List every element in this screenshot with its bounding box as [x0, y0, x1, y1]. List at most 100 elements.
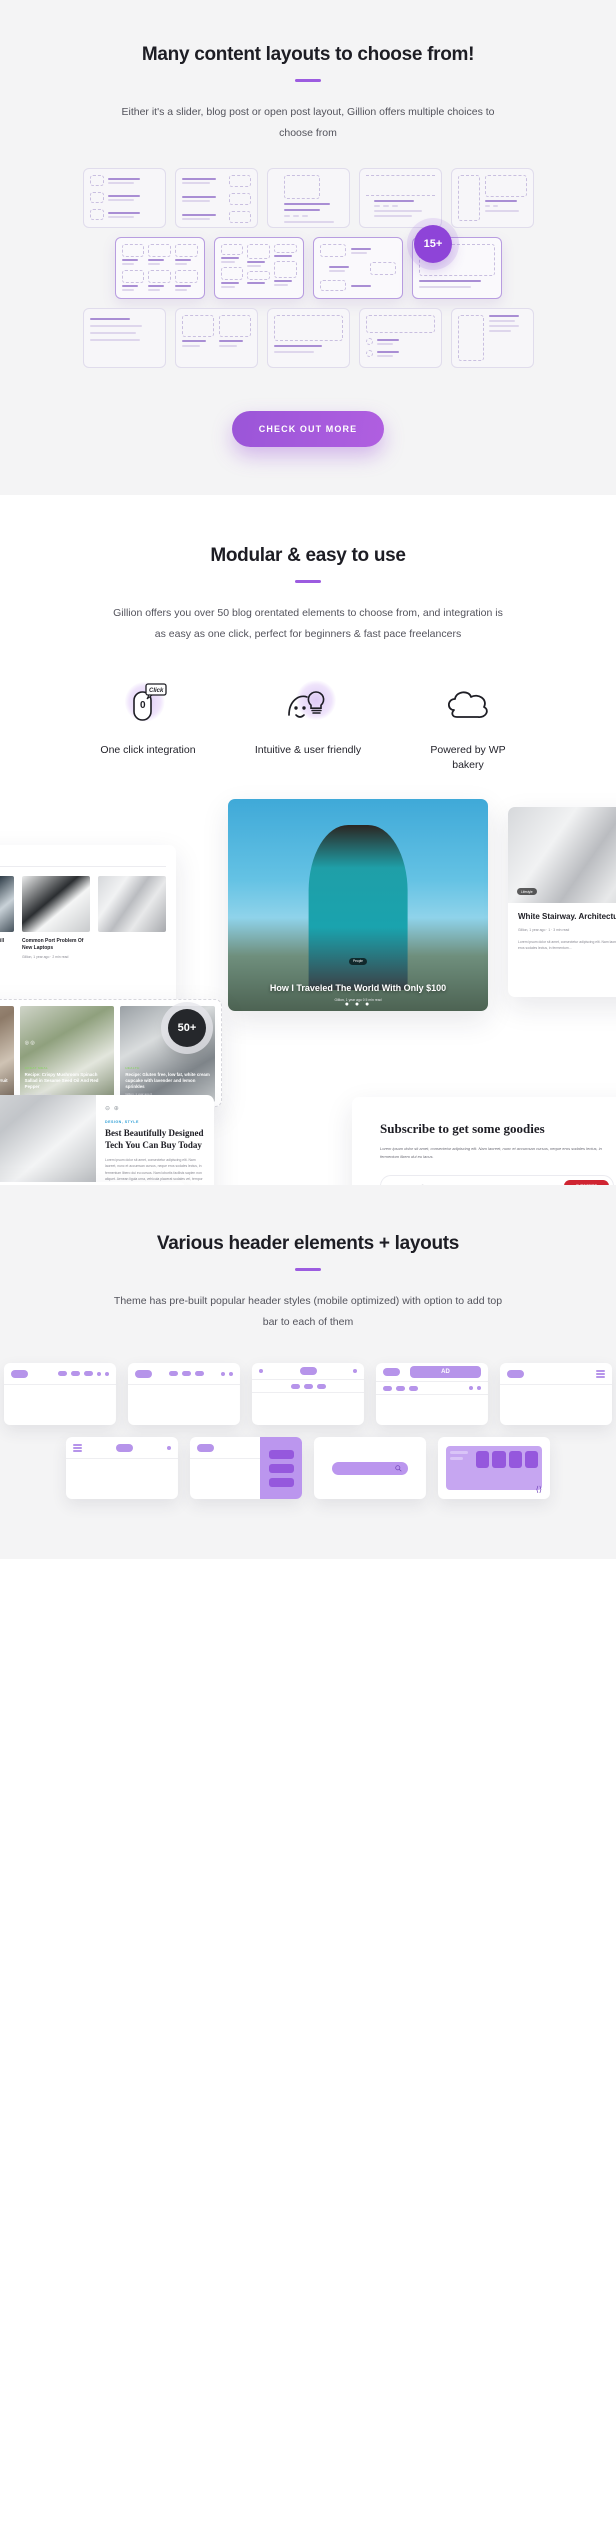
icon-dot[interactable]: [229, 1371, 233, 1376]
icon-dot[interactable]: [353, 1369, 357, 1374]
nav-item[interactable]: [71, 1371, 80, 1377]
post-title[interactable]: Best Beautifully Designed Tech You Can B…: [105, 1128, 205, 1151]
icon-dot[interactable]: [477, 1386, 481, 1391]
check-out-more-button[interactable]: CHECK OUT MORE: [231, 411, 385, 447]
nav-item[interactable]: [169, 1371, 178, 1377]
mega-menu-column[interactable]: [508, 1451, 522, 1469]
recipe-category[interactable]: HEALTH: [125, 1066, 210, 1070]
post-image[interactable]: [0, 1095, 96, 1186]
header-style-grid: AD ⟨⟩: [0, 1333, 616, 1559]
post-image[interactable]: Lifestyle: [508, 807, 616, 904]
nav-item[interactable]: [396, 1385, 405, 1391]
mega-menu-column[interactable]: [476, 1451, 490, 1469]
logo-placeholder: [383, 1368, 400, 1377]
feature-intuitive-user-friendly: Intuitive & user friendly: [254, 679, 362, 773]
header-style-centered-nav[interactable]: [128, 1363, 240, 1426]
post-title[interactable]: White Stairway. Architectural marvel!: [518, 912, 616, 923]
nav-item[interactable]: [195, 1371, 204, 1377]
category-pill[interactable]: People: [349, 957, 367, 965]
header-style-side-panel[interactable]: [190, 1437, 302, 1500]
title-underline: [295, 79, 321, 82]
side-navigation-panel[interactable]: [260, 1437, 302, 1500]
post-category[interactable]: DESIGN, STYLE: [105, 1120, 205, 1124]
ad-banner[interactable]: AD: [410, 1366, 481, 1379]
header-style-burger-left[interactable]: [66, 1437, 178, 1500]
feature-one-click-integration: 0 Click One click integration: [94, 679, 202, 773]
side-nav-item[interactable]: [268, 1449, 294, 1459]
header-style-classic[interactable]: [4, 1363, 116, 1426]
nav-item[interactable]: [303, 1383, 313, 1389]
icon-dot[interactable]: [105, 1371, 109, 1376]
icon-dot[interactable]: [469, 1386, 473, 1391]
post-title[interactable]: Smart Watches That Will Want You Spend S…: [0, 938, 14, 958]
modular-title: Modular & easy to use: [210, 545, 406, 566]
mockup-open-post[interactable]: ⊖ ⊕ DESIGN, STYLE Best Beautifully Desig…: [0, 1095, 214, 1186]
nav-item[interactable]: [84, 1371, 93, 1377]
subscribe-text: Lorem ipsum dolor sit amet, consectetur …: [380, 1146, 602, 1160]
recipe-card[interactable]: Recipe: Always Add Freshly Sliced Fruit …: [0, 1006, 14, 1103]
mockup-subscribe-card[interactable]: Subscribe to get some goodies Lorem ipsu…: [352, 1097, 616, 1186]
side-nav-item[interactable]: [268, 1477, 294, 1487]
nav-item[interactable]: [290, 1383, 300, 1389]
layout-thumb-centered-image[interactable]: [266, 168, 350, 228]
layout-thumb-alternating[interactable]: [312, 237, 403, 299]
layout-thumb-text-only[interactable]: [82, 308, 166, 368]
layout-thumb-list-right[interactable]: [174, 168, 258, 228]
layout-thumb-two-column[interactable]: [450, 168, 534, 228]
category-pill[interactable]: Lifestyle: [517, 888, 537, 896]
post-thumbnail[interactable]: [22, 876, 90, 933]
layout-thumb-grid-3x2[interactable]: [114, 237, 205, 299]
header-style-mega-menu[interactable]: ⟨⟩: [438, 1437, 550, 1500]
nav-item[interactable]: [316, 1383, 326, 1389]
header-bar: [252, 1363, 364, 1379]
side-nav-item[interactable]: [268, 1463, 294, 1473]
mega-menu-column[interactable]: [492, 1451, 506, 1469]
cta-wrapper: CHECK OUT MORE: [0, 383, 616, 493]
post-thumbnail[interactable]: [98, 876, 166, 933]
mega-menu-panel[interactable]: [446, 1446, 542, 1491]
post-meta: Gillion, 1 year ago · 3 min read: [0, 962, 14, 967]
mockup-gadgets-widget[interactable]: GADGETS Smart Watches That Will Want You…: [0, 845, 176, 1006]
nav-item[interactable]: [58, 1371, 67, 1377]
header-style-burger-right[interactable]: [500, 1363, 612, 1426]
slide-title[interactable]: How I Traveled The World With Only $100: [228, 983, 488, 993]
header-bar: [128, 1363, 240, 1386]
hamburger-menu-icon[interactable]: [596, 1370, 605, 1378]
recipe-category[interactable]: GREAT MEAL: [25, 1066, 110, 1070]
header-style-search[interactable]: [314, 1437, 426, 1500]
lightbulb-face-icon: [254, 679, 362, 731]
hamburger-menu-icon[interactable]: [73, 1444, 82, 1452]
layout-thumb-avatar-list[interactable]: [358, 308, 442, 368]
layout-thumb-sidebar[interactable]: [450, 308, 534, 368]
header-nav-bar: [252, 1379, 364, 1394]
post-nav-arrows[interactable]: ⊖ ⊕: [105, 1105, 205, 1112]
mockup-stairway-card[interactable]: Lifestyle White Stairway. Architectural …: [508, 807, 616, 998]
icon-dot[interactable]: [97, 1371, 101, 1376]
icon-dot[interactable]: [259, 1369, 263, 1374]
mockup-slider-hero[interactable]: People How I Traveled The World With Onl…: [228, 799, 488, 1012]
recipe-card[interactable]: ◎ ◎ GREAT MEAL Recipe: Crispy Mushroom S…: [19, 1006, 115, 1103]
recipe-title[interactable]: Recipe: Gluten free, low fat, white crea…: [125, 1072, 210, 1089]
mega-menu-columns: [472, 1446, 542, 1490]
nav-item[interactable]: [409, 1385, 418, 1391]
layout-thumb-list-left[interactable]: [82, 168, 166, 228]
recipe-title[interactable]: Recipe: Always Add Freshly Sliced Fruit …: [0, 1078, 9, 1089]
search-input[interactable]: [332, 1461, 408, 1475]
mega-menu-column[interactable]: [524, 1451, 538, 1469]
header-style-stacked[interactable]: [252, 1363, 364, 1426]
icon-dot[interactable]: [221, 1371, 225, 1376]
post-thumbnail[interactable]: [0, 876, 14, 933]
post-title[interactable]: Common Port Problem Of New Laptops: [22, 938, 90, 951]
slider-dots[interactable]: ● ● ●: [228, 1001, 488, 1008]
layout-thumb-full-width[interactable]: [358, 168, 442, 228]
wireframe-row-middle: 15+: [0, 225, 616, 299]
icon-dot[interactable]: [167, 1445, 171, 1450]
layout-thumb-wide-card[interactable]: [266, 308, 350, 368]
layout-thumb-two-up[interactable]: [174, 308, 258, 368]
recipe-title[interactable]: Recipe: Crispy Mushroom Spinach Sallad i…: [25, 1072, 110, 1089]
layout-thumb-masonry[interactable]: [213, 237, 304, 299]
nav-item[interactable]: [182, 1371, 191, 1377]
nav-item[interactable]: [383, 1385, 392, 1391]
header-style-ad-banner[interactable]: AD: [376, 1363, 488, 1426]
feature-label: One click integration: [100, 744, 196, 756]
